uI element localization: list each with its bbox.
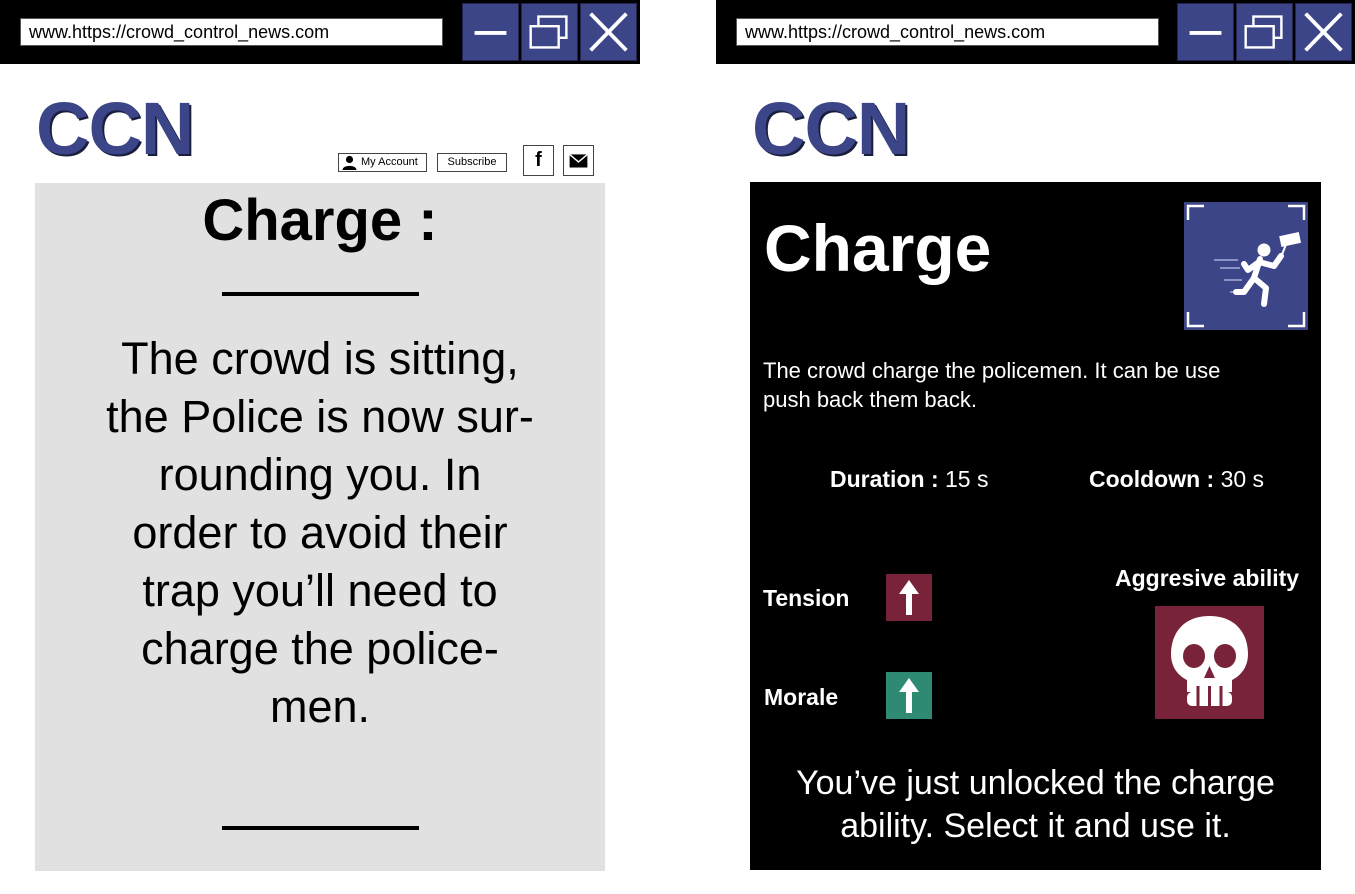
tension-indicator — [886, 574, 932, 621]
mail-icon — [569, 153, 588, 168]
ability-icon-frame[interactable] — [1184, 202, 1308, 330]
close-icon — [1304, 12, 1343, 52]
minimize-icon — [1189, 31, 1222, 35]
morale-indicator — [886, 672, 932, 719]
description-line: push back them back. — [763, 387, 978, 412]
story-line: rounding you. In — [158, 449, 482, 500]
ability-type-label: Aggresive ability — [1115, 565, 1300, 591]
minimize-icon — [474, 31, 507, 35]
divider — [222, 826, 419, 830]
close-button[interactable] — [1295, 3, 1352, 61]
divider — [222, 292, 419, 296]
restore-button[interactable] — [521, 3, 578, 61]
skull-icon — [1171, 616, 1248, 706]
story-title: Charge : — [202, 188, 438, 253]
duration-label: Duration : — [830, 466, 939, 492]
mail-button[interactable] — [563, 145, 594, 176]
address-bar[interactable]: www.https://crowd_control_news.com — [736, 18, 1159, 46]
description-line: The crowd charge the policemen. It can b… — [763, 358, 1221, 383]
ability-description: The crowd charge the policemen. It can b… — [763, 356, 1303, 414]
ability-title: Charge — [764, 211, 992, 285]
restore-icon — [1244, 15, 1283, 49]
close-button[interactable] — [580, 3, 637, 61]
story-text: The crowd is sitting, the Police is now … — [75, 330, 565, 736]
restore-button[interactable] — [1236, 3, 1293, 61]
duration-stat: Duration : 15 s — [830, 465, 988, 493]
cooldown-value: 30 s — [1220, 466, 1265, 492]
ability-type-badge — [1155, 606, 1264, 719]
address-bar[interactable]: www.https://crowd_control_news.com — [20, 18, 443, 46]
restore-icon — [529, 15, 568, 49]
tension-label: Tension — [763, 585, 850, 611]
my-account-label: My Account — [361, 156, 418, 168]
arrow-up-icon — [899, 580, 919, 615]
browser-bar-left: www.https://crowd_control_news.com — [0, 0, 640, 64]
facebook-icon: f — [535, 149, 542, 171]
story-line: charge the police- — [141, 623, 499, 674]
cooldown-stat: Cooldown : 30 s — [1089, 465, 1264, 493]
ccn-logo[interactable]: CCN — [36, 92, 194, 166]
unlock-line: ability. Select it and use it. — [840, 807, 1231, 845]
ccn-logo[interactable]: CCN — [752, 92, 910, 166]
story-line: men. — [269, 681, 371, 732]
ability-card: Charge The crowd charge the policemen. I… — [750, 182, 1321, 870]
running-protester-icon — [1186, 204, 1306, 328]
user-icon — [342, 155, 357, 170]
arrow-up-icon — [899, 678, 919, 713]
story-panel: Charge : The crowd is sitting, the Polic… — [35, 183, 605, 871]
subscribe-button[interactable]: Subscribe — [437, 153, 507, 172]
unlock-line: You’ve just unlocked the charge — [796, 764, 1275, 802]
subscribe-label: Subscribe — [447, 156, 497, 168]
story-line: The crowd is sitting, — [121, 333, 519, 384]
duration-value: 15 s — [945, 466, 989, 492]
cooldown-label: Cooldown : — [1089, 466, 1215, 492]
minimize-button[interactable] — [1177, 3, 1234, 61]
facebook-button[interactable]: f — [523, 145, 554, 176]
minimize-button[interactable] — [462, 3, 519, 61]
browser-bar-right: www.https://crowd_control_news.com — [716, 0, 1355, 64]
my-account-button[interactable]: My Account — [338, 153, 427, 172]
unlock-message: You’ve just unlocked the charge ability.… — [750, 762, 1321, 848]
morale-label: Morale — [764, 684, 839, 710]
story-line: order to avoid their — [132, 507, 508, 558]
story-line: the Police is now sur- — [106, 391, 534, 442]
close-icon — [589, 12, 628, 52]
story-line: trap you’ll need to — [142, 565, 498, 616]
